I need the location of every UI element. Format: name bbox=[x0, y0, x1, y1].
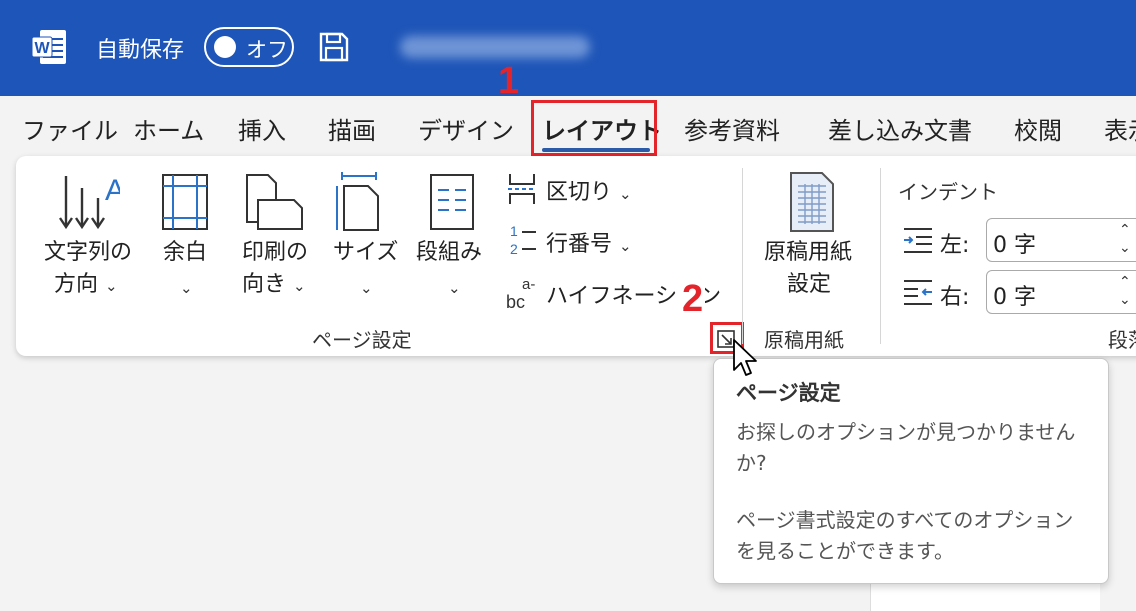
manuscript-paper-icon bbox=[790, 172, 834, 232]
tooltip-question: お探しのオプションが見つかりませんか? bbox=[736, 420, 1076, 475]
tab-insert[interactable]: 挿入 bbox=[238, 111, 286, 146]
genkou-label-2: 設定 bbox=[787, 272, 832, 297]
tab-view[interactable]: 表示 bbox=[1104, 111, 1136, 146]
breaks-label: 区切り ⌄ bbox=[546, 180, 632, 205]
indent-left-icon bbox=[904, 228, 932, 253]
columns-label: 段組み bbox=[416, 240, 483, 265]
size-label: サイズ bbox=[333, 240, 399, 265]
columns-icon bbox=[430, 174, 474, 230]
orientation-label-2: 向き ⌄ bbox=[242, 272, 306, 297]
word-icon[interactable]: W bbox=[30, 28, 68, 66]
indent-right-icon bbox=[904, 280, 932, 305]
document-name-blurred bbox=[400, 36, 590, 58]
title-bar: W 自動保存 オフ bbox=[0, 0, 1136, 96]
tab-draw[interactable]: 描画 bbox=[328, 111, 376, 146]
orientation-label-1: 印刷の bbox=[242, 240, 309, 265]
chevron-down-icon: ⌄ bbox=[448, 279, 461, 297]
tab-references[interactable]: 参考資料 bbox=[684, 111, 780, 146]
margins-icon bbox=[162, 174, 208, 230]
save-icon[interactable] bbox=[318, 31, 350, 63]
spinner-arrows-icon[interactable]: ⌃ ⌄ bbox=[1119, 221, 1131, 257]
line-numbers-icon: 1 2 bbox=[510, 223, 536, 257]
autosave-toggle[interactable]: オフ bbox=[204, 27, 294, 67]
hyphenation-icon: a- bc bbox=[506, 276, 535, 312]
svg-text:bc: bc bbox=[506, 292, 525, 312]
line-numbers-button[interactable]: 1 2 行番号 ⌄ bbox=[504, 220, 644, 260]
toggle-knob bbox=[214, 36, 236, 58]
indent-right-input[interactable]: 0 字 ⌃ ⌄ bbox=[986, 270, 1136, 314]
size-icon bbox=[336, 172, 379, 231]
tab-mailings[interactable]: 差し込み文書 bbox=[828, 111, 972, 146]
tab-design[interactable]: デザイン bbox=[418, 111, 514, 146]
chevron-down-icon: ⌄ bbox=[293, 277, 306, 295]
genkou-group-label: 原稿用紙 bbox=[764, 328, 844, 352]
step1-number: 1 bbox=[498, 60, 520, 102]
autosave-label: 自動保存 bbox=[96, 38, 185, 63]
tab-file[interactable]: ファイル bbox=[22, 111, 118, 146]
group-separator bbox=[880, 168, 881, 344]
document-page[interactable] bbox=[870, 584, 1100, 611]
page-setup-group-label: ページ設定 bbox=[312, 328, 412, 352]
indent-right-value: 0 字 bbox=[993, 285, 1036, 310]
page-setup-tooltip: ページ設定 お探しのオプションが見つかりませんか? ページ書式設定のすべてのオプ… bbox=[713, 358, 1109, 584]
text-direction-icon: A bbox=[59, 174, 120, 230]
breaks-button[interactable]: 区切り ⌄ bbox=[504, 168, 634, 208]
indent-left-input[interactable]: 0 字 ⌃ ⌄ bbox=[986, 218, 1136, 262]
indent-left-value: 0 字 bbox=[993, 233, 1036, 258]
indent-left-label: 左: bbox=[940, 233, 970, 258]
genkou-label-1: 原稿用紙 bbox=[764, 240, 853, 265]
step1-highlight-box bbox=[531, 100, 657, 156]
tab-home[interactable]: ホーム bbox=[133, 111, 204, 146]
indent-right-label: 右: bbox=[940, 285, 970, 310]
group-separator bbox=[742, 168, 743, 344]
svg-text:a-: a- bbox=[522, 276, 535, 293]
mouse-cursor-icon bbox=[733, 339, 757, 376]
tab-review[interactable]: 校閲 bbox=[1014, 111, 1062, 146]
step2-number: 2 bbox=[680, 278, 706, 321]
tooltip-description: ページ書式設定のすべてのオプションを見ることができます。 bbox=[736, 508, 1074, 563]
chevron-down-icon: ⌄ bbox=[360, 279, 373, 297]
orientation-icon bbox=[246, 174, 303, 230]
indent-left-row: 左: 0 字 ⌃ ⌄ bbox=[900, 218, 1136, 264]
chevron-down-icon: ⌄ bbox=[619, 185, 632, 203]
spinner-arrows-icon[interactable]: ⌃ ⌄ bbox=[1119, 273, 1131, 309]
breaks-icon bbox=[508, 174, 536, 204]
text-direction-label-2: 方向 ⌄ bbox=[54, 272, 118, 297]
margins-label: 余白 bbox=[163, 240, 208, 265]
svg-text:A: A bbox=[105, 174, 120, 207]
indent-right-row: 右: 0 字 ⌃ ⌄ bbox=[900, 270, 1136, 316]
text-direction-label-1: 文字列の bbox=[44, 240, 133, 265]
hyphenation-button[interactable]: a- bc ハイフネーション bbox=[504, 272, 721, 312]
svg-text:1: 1 bbox=[510, 223, 518, 239]
svg-text:W: W bbox=[34, 40, 50, 57]
chevron-down-icon: ⌄ bbox=[619, 237, 632, 255]
paragraph-group-label: 段落 bbox=[1108, 328, 1136, 352]
line-numbers-label: 行番号 ⌄ bbox=[546, 232, 632, 257]
chevron-down-icon: ⌄ bbox=[180, 279, 193, 297]
tooltip-title: ページ設定 bbox=[736, 381, 841, 405]
indent-header: インデント bbox=[898, 180, 998, 204]
svg-text:2: 2 bbox=[510, 241, 518, 257]
chevron-down-icon: ⌄ bbox=[105, 277, 118, 295]
autosave-state: オフ bbox=[246, 38, 288, 62]
